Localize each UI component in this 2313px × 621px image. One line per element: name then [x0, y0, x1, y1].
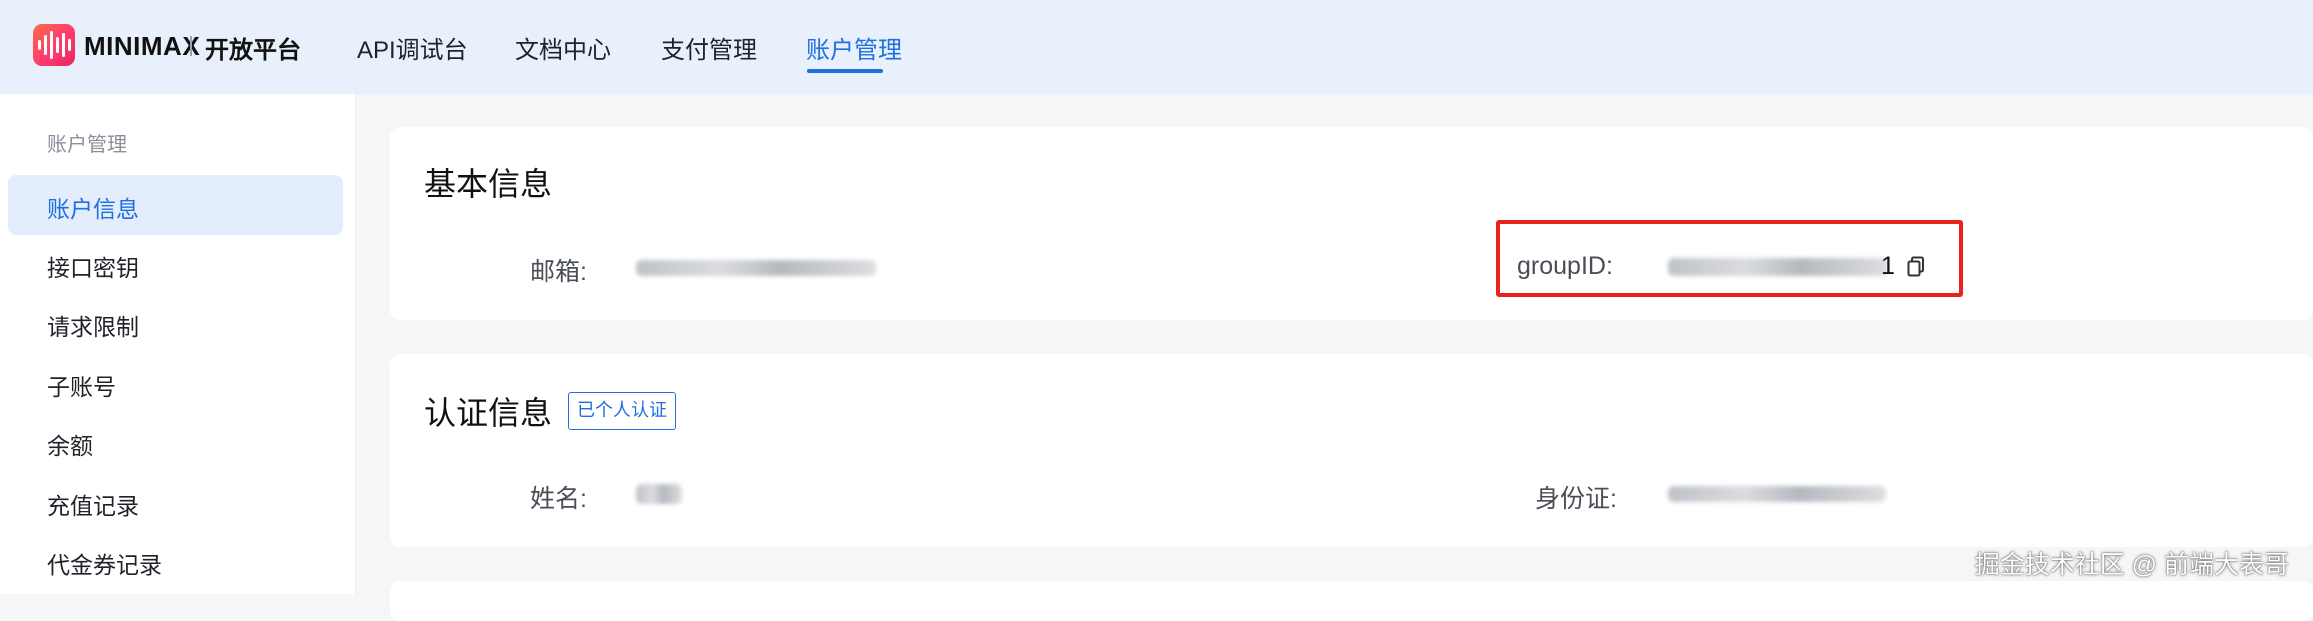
auth-info-card: 认证信息 — [390, 354, 2313, 547]
sidebar: 账户管理 账户信息 接口密钥 请求限制 子账号 余额 充值记录 代金券记录 — [0, 94, 356, 594]
group-id-highlight-box — [1496, 220, 1963, 297]
auth-info-title: 认证信息 — [424, 395, 553, 431]
nav-docs[interactable]: 文档中心 — [515, 30, 611, 65]
active-nav-indicator — [807, 69, 883, 73]
sidebar-item-balance[interactable]: 余额 — [47, 427, 93, 461]
brand-divider — [190, 36, 192, 56]
sidebar-item-rate-limits[interactable]: 请求限制 — [47, 308, 139, 342]
basic-info-card: 基本信息 — [390, 127, 2313, 320]
name-label: 姓名: — [530, 485, 587, 513]
next-card — [390, 581, 2313, 621]
nav-account[interactable]: 账户管理 — [806, 30, 902, 65]
top-navbar: MINIMAX 开放平台 API调试台 文档中心 支付管理 账户管理 — [0, 0, 2313, 94]
nav-payment[interactable]: 支付管理 — [661, 30, 757, 65]
name-value-redacted — [636, 484, 682, 504]
watermark-text: 掘金技术社区 @ 前端大表哥 — [1974, 551, 2289, 579]
sidebar-title: 账户管理 — [47, 134, 127, 156]
brand-name[interactable]: MINIMAX — [84, 31, 200, 62]
id-card-value-redacted — [1668, 486, 1886, 502]
sidebar-item-voucher-records[interactable]: 代金券记录 — [47, 546, 162, 580]
sidebar-item-recharge-records[interactable]: 充值记录 — [47, 487, 139, 521]
id-card-label: 身份证: — [1535, 485, 1617, 513]
verified-badge: 已个人认证 — [568, 392, 676, 430]
sidebar-item-account-info[interactable]: 账户信息 — [47, 190, 139, 224]
email-value-redacted — [636, 260, 876, 276]
basic-info-title: 基本信息 — [424, 166, 553, 202]
nav-api-debug[interactable]: API调试台 — [357, 30, 468, 65]
sidebar-item-sub-accounts[interactable]: 子账号 — [47, 368, 116, 402]
sidebar-item-api-keys[interactable]: 接口密钥 — [47, 249, 139, 283]
email-label: 邮箱: — [530, 258, 587, 286]
platform-name[interactable]: 开放平台 — [205, 30, 301, 65]
minimax-logo-icon[interactable] — [33, 24, 75, 66]
